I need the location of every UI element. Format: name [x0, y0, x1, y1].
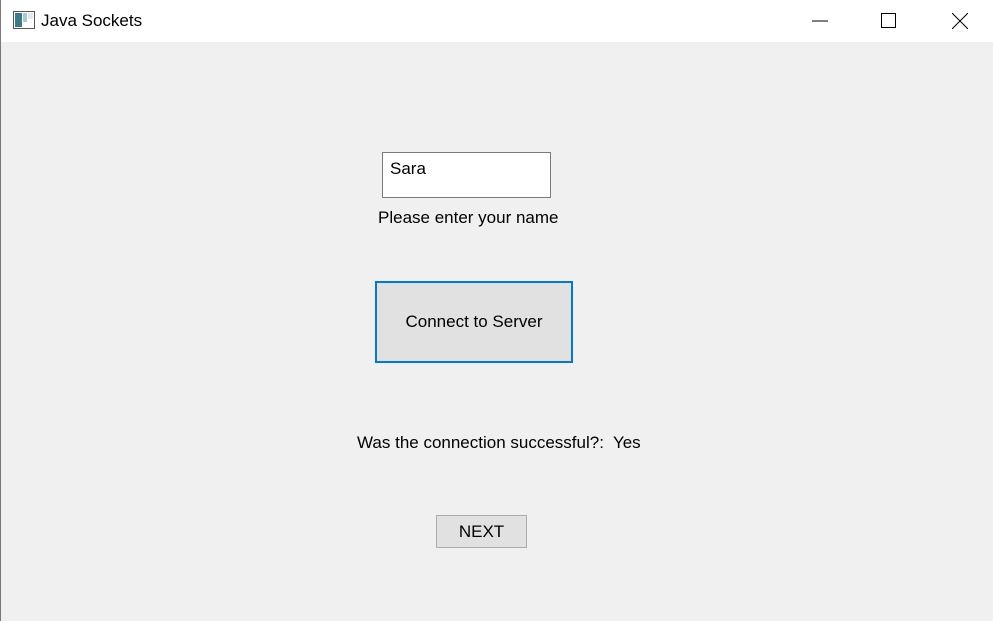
minimize-icon: [812, 13, 828, 29]
connect-to-server-button[interactable]: Connect to Server: [375, 281, 573, 363]
maximize-icon: [881, 13, 897, 29]
name-prompt-label: Please enter your name: [378, 208, 559, 227]
connection-status: Was the connection successful?: Yes: [357, 432, 641, 454]
title-bar[interactable]: Java Sockets: [1, 0, 993, 42]
connection-status-question: Was the connection successful?:: [357, 433, 604, 452]
close-button[interactable]: [937, 0, 983, 42]
connection-status-value: Yes: [612, 433, 641, 452]
next-button-label: NEXT: [458, 521, 505, 541]
next-button[interactable]: NEXT: [436, 515, 527, 548]
name-input[interactable]: Sara: [382, 152, 551, 198]
maximize-button[interactable]: [866, 0, 912, 42]
window-title: Java Sockets: [41, 11, 143, 30]
close-icon: [952, 13, 968, 29]
app-window: Java Sockets Sara Please enter your name…: [0, 0, 993, 621]
connect-button-label: Connect to Server: [405, 312, 543, 331]
minimize-button[interactable]: [797, 0, 843, 42]
java-app-icon: [13, 11, 35, 29]
